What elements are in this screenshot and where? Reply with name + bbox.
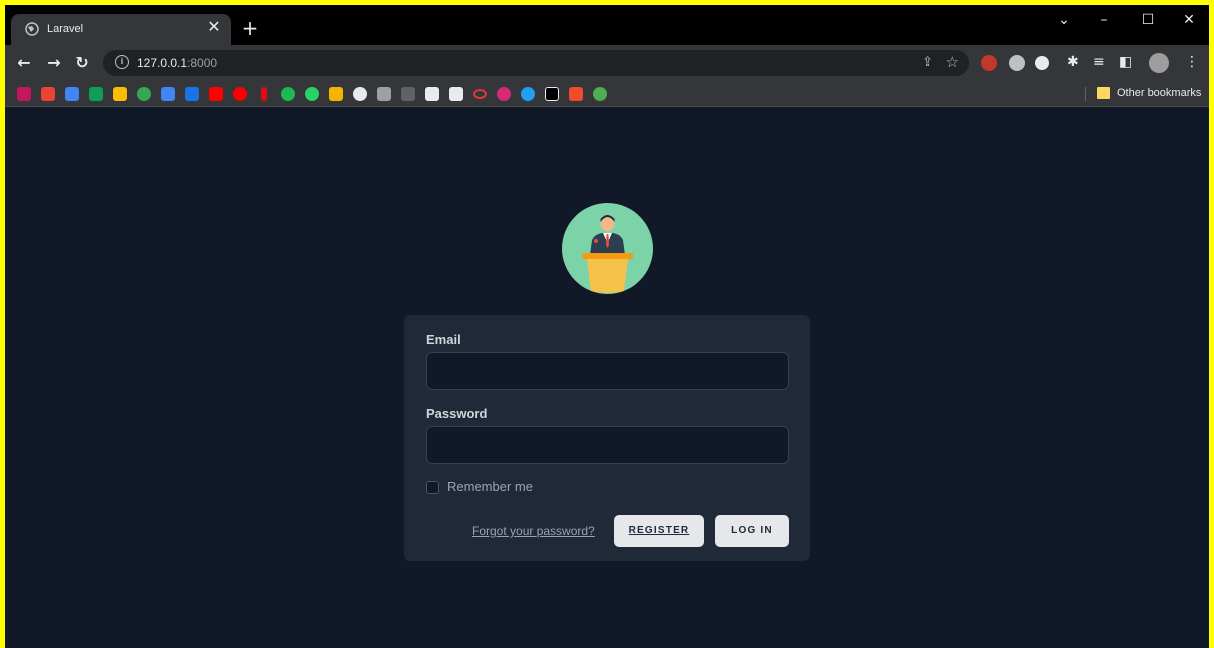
oracle-icon[interactable] <box>473 89 487 99</box>
browser-toolbar: ← → ↻ i 127.0.0.1:8000 ⇪ ☆ ✱ ≡ ◧ ⋮ <box>5 45 1209 81</box>
login-card: Email Password Remember me Forgot your p… <box>404 315 810 561</box>
page-content: Email Password Remember me Forgot your p… <box>5 108 1209 648</box>
ublock-icon[interactable] <box>981 55 997 71</box>
shopee-icon[interactable] <box>569 87 583 101</box>
maps-icon[interactable] <box>137 87 151 101</box>
bookmark-icon[interactable] <box>17 87 31 101</box>
close-window-icon[interactable]: ✕ <box>1174 9 1204 31</box>
password-label: Password <box>426 406 488 421</box>
whatsapp-icon[interactable] <box>305 87 319 101</box>
url-port: :8000 <box>187 56 218 70</box>
youtube-music-icon[interactable] <box>233 87 247 101</box>
address-bar[interactable]: i 127.0.0.1:8000 ⇪ ☆ <box>103 50 969 76</box>
netflix-icon[interactable] <box>261 87 267 101</box>
grammarly-icon[interactable] <box>1035 56 1049 70</box>
folder-icon[interactable] <box>1097 87 1110 99</box>
password-field[interactable] <box>426 426 789 464</box>
info-icon[interactable]: i <box>115 55 129 69</box>
docs-icon[interactable] <box>65 87 79 101</box>
close-icon[interactable]: ✕ <box>205 19 223 37</box>
github-icon[interactable] <box>353 87 367 101</box>
url-host: 127.0.0.1 <box>137 56 188 70</box>
pepe-icon[interactable] <box>593 87 607 101</box>
translate-icon[interactable] <box>161 87 175 101</box>
globe-icon <box>25 22 39 36</box>
reload-icon[interactable]: ↻ <box>71 52 93 74</box>
maximize-icon[interactable]: ☐ <box>1133 9 1163 31</box>
extension-icon[interactable] <box>1009 55 1025 71</box>
tab-search-icon[interactable]: ⌄ <box>1049 9 1079 31</box>
gmail-icon[interactable] <box>41 87 55 101</box>
share-icon[interactable]: ⇪ <box>922 54 933 70</box>
email-field[interactable] <box>426 352 789 390</box>
tab-strip: Laravel ✕ + ⌄ – ☐ ✕ <box>5 5 1209 45</box>
keep-icon[interactable] <box>329 87 343 101</box>
youtube-icon[interactable] <box>209 87 223 101</box>
star-icon[interactable]: ☆ <box>946 53 959 71</box>
twitter-icon[interactable] <box>521 87 535 101</box>
bookmarks-bar: Other bookmarks <box>5 81 1209 107</box>
speaker-at-podium-icon <box>562 203 653 294</box>
other-bookmarks[interactable]: Other bookmarks <box>1117 87 1201 99</box>
site-icon[interactable] <box>401 87 415 101</box>
menu-icon[interactable]: ⋮ <box>1185 54 1199 70</box>
forgot-password-link[interactable]: Forgot your password? <box>472 524 595 538</box>
reading-list-icon[interactable]: ≡ <box>1093 54 1105 70</box>
remember-me-checkbox[interactable] <box>426 481 439 494</box>
minimize-icon[interactable]: – <box>1089 9 1119 31</box>
sheets-icon[interactable] <box>89 87 103 101</box>
sita-icon[interactable] <box>449 87 463 101</box>
login-button[interactable]: LOG IN <box>715 515 789 547</box>
drive-icon[interactable] <box>113 87 127 101</box>
bookmarks-separator <box>1085 87 1086 101</box>
arrow-right-icon[interactable]: → <box>43 52 65 74</box>
site-icon[interactable] <box>377 87 391 101</box>
gs-icon[interactable] <box>185 87 199 101</box>
side-panel-icon[interactable]: ◧ <box>1119 54 1132 70</box>
remember-me-label[interactable]: Remember me <box>447 479 533 494</box>
email-label: Email <box>426 332 461 347</box>
arrow-left-icon[interactable]: ← <box>13 52 35 74</box>
tiktok-icon[interactable] <box>545 87 559 101</box>
tab-title: Laravel <box>47 23 84 35</box>
spotify-icon[interactable] <box>281 87 295 101</box>
site-icon[interactable] <box>425 87 439 101</box>
puzzle-icon[interactable]: ✱ <box>1067 54 1079 70</box>
plus-icon[interactable]: + <box>239 17 261 39</box>
avatar[interactable] <box>1149 53 1169 73</box>
browser-window: Laravel ✕ + ⌄ – ☐ ✕ ← → ↻ i 127.0.0.1:80… <box>5 5 1209 648</box>
tab-laravel[interactable]: Laravel ✕ <box>11 14 231 45</box>
register-button[interactable]: REGISTER <box>614 515 704 547</box>
address-url: 127.0.0.1:8000 <box>137 56 217 70</box>
instagram-icon[interactable] <box>497 87 511 101</box>
